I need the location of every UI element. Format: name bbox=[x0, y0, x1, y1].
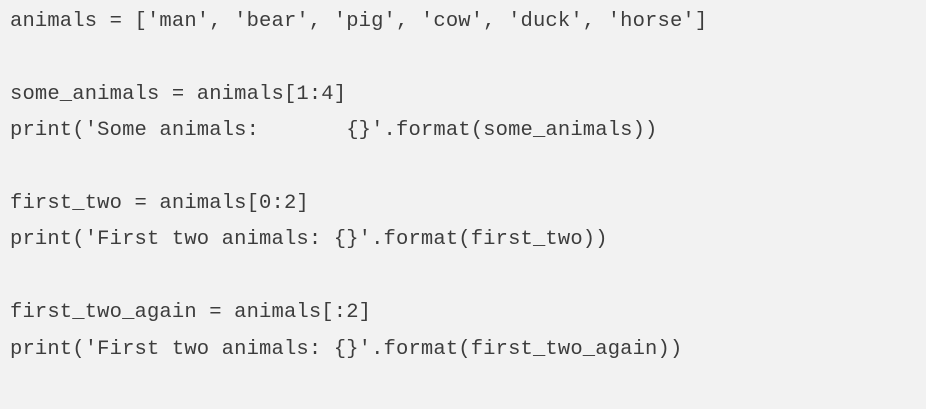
code-line-9: first_two_again = animals[:2] bbox=[10, 301, 372, 325]
code-block: animals = ['man', 'bear', 'pig', 'cow', … bbox=[0, 0, 926, 409]
code-line-10: print('First two animals: {}'.format(fir… bbox=[10, 337, 683, 361]
code-line-4: print('Some animals: {}'.format(some_ani… bbox=[10, 119, 658, 143]
code-line-7: print('First two animals: {}'.format(fir… bbox=[10, 228, 608, 252]
code-line-3: some_animals = animals[1:4] bbox=[10, 82, 347, 106]
code-line-1: animals = ['man', 'bear', 'pig', 'cow', … bbox=[10, 10, 708, 33]
code-line-6: first_two = animals[0:2] bbox=[10, 191, 309, 215]
